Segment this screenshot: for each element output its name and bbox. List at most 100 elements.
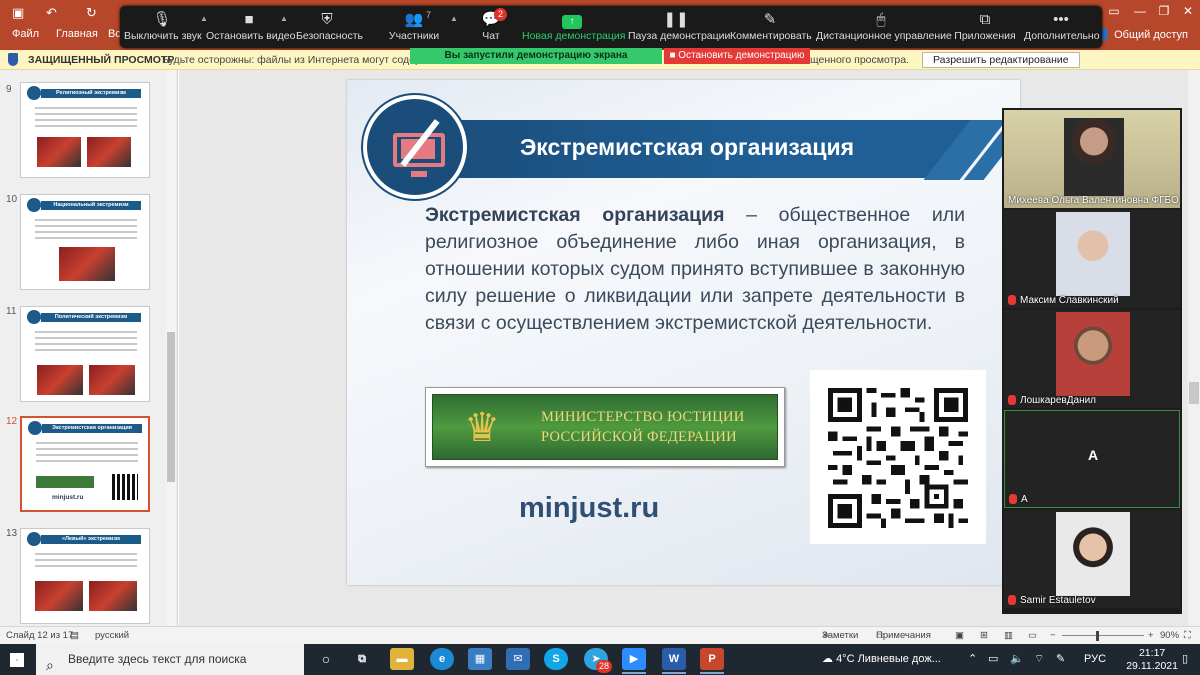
screen: ▣ ↶ ↻ Файл Главная Вс ▭ — ❐ ✕ 👤 Общий до… (0, 0, 1200, 675)
apps-label: Приложения (954, 30, 1016, 42)
taskbar-search-box[interactable]: ⌕ Введите здесь текст для поиска (36, 644, 304, 675)
muted-mic-icon (1008, 595, 1016, 606)
word-icon[interactable]: W (662, 648, 686, 670)
participant-tile[interactable]: Samir Estauletov (1004, 510, 1180, 608)
wifi-icon[interactable]: ⌔ (1034, 644, 1044, 675)
participant-name-row: A (1009, 494, 1028, 505)
mute-label: Выключить звук (124, 30, 202, 42)
enable-editing-button[interactable]: Разрешить редактирование (922, 52, 1080, 68)
edge-icon[interactable]: e (430, 648, 454, 670)
pause-icon: ❚❚ (663, 11, 689, 28)
ministry-line-2: РОССИЙСКОЙ ФЕДЕРАЦИИ (541, 429, 737, 445)
zoom-slider-thumb[interactable] (1096, 631, 1099, 641)
network-icon[interactable]: ▭ (988, 644, 998, 675)
task-view-icon[interactable]: ⧉ (350, 648, 374, 670)
fit-slide-icon[interactable]: ⛶ (1184, 627, 1191, 645)
powerpoint-active-indicator (700, 672, 724, 674)
pause-share-button[interactable]: ❚❚ Пауза демонстрации (628, 10, 730, 48)
mute-button[interactable]: 🎙 Выключить звук (124, 10, 202, 48)
participant-name-row: ЛошкаревДанил (1008, 395, 1096, 406)
apps-button[interactable]: ⧉ Приложения (954, 10, 1016, 48)
slide-thumbnail-9[interactable]: Религиозный экстремизм (20, 82, 150, 178)
zoom-app-icon[interactable]: ▶ (622, 648, 646, 670)
participant-tile[interactable]: ЛошкаревДанил (1004, 310, 1180, 408)
security-button[interactable]: ⛨ Безопасность (296, 10, 363, 48)
participant-tile[interactable]: Максим Славкинский (1004, 210, 1180, 308)
reading-view-icon[interactable]: ▥ (1004, 627, 1013, 645)
telegram-badge: 28 (596, 660, 612, 673)
undo-icon[interactable]: ↶ (46, 5, 57, 21)
qr-code (810, 370, 986, 544)
more-button[interactable]: ••• Дополнительно (1024, 10, 1100, 48)
current-slide: Экстремистская организация Экстремистска… (347, 80, 1020, 585)
file-explorer-icon[interactable]: ▬ (390, 648, 414, 670)
menu-insert[interactable]: Вс (108, 28, 121, 40)
main-scrollbar[interactable] (1188, 70, 1200, 626)
close-icon[interactable]: ✕ (1178, 4, 1198, 18)
menu-home[interactable]: Главная (56, 28, 98, 40)
participant-tile[interactable]: Михеева Ольга Валентиновна ФГБО... (1004, 110, 1180, 208)
sharing-status-label: Вы запустили демонстрацию экрана (444, 50, 628, 61)
thumb-number: 11 (6, 306, 17, 317)
thumb-image (89, 581, 137, 611)
cortana-icon[interactable]: ○ (314, 648, 338, 670)
main-scrollbar-thumb[interactable] (1189, 382, 1199, 404)
thumb-number: 13 (6, 528, 18, 539)
minimize-icon[interactable]: — (1130, 4, 1150, 18)
remote-control-button[interactable]: 🖱 Дистанционное управление (816, 10, 952, 48)
zoom-out-icon[interactable]: − (1050, 627, 1056, 645)
slide-thumbnail-10[interactable]: Национальный экстремизм (20, 194, 150, 290)
redo-icon[interactable]: ↻ (86, 5, 97, 21)
system-clock[interactable]: 21:17 29.11.2021 (1126, 647, 1178, 673)
menu-file[interactable]: Файл (12, 28, 39, 40)
spellcheck-icon[interactable]: ▤ (70, 627, 79, 645)
mail-icon[interactable]: ✉ (506, 648, 530, 670)
input-icon[interactable]: ✎ (1056, 644, 1065, 675)
powerpoint-icon[interactable]: P (700, 648, 724, 670)
stop-share-label: Остановить демонстрацию (678, 50, 805, 61)
thumbnail-scrollbar-thumb[interactable] (167, 332, 175, 482)
stop-video-label: Остановить видео (206, 30, 296, 42)
tray-expand-icon[interactable]: ⌃ (968, 644, 977, 675)
participants-button[interactable]: 👥 Участники (388, 10, 440, 48)
participant-tile[interactable]: A A (1004, 410, 1180, 508)
share-label: Общий доступ (1114, 29, 1188, 41)
thumb-number: 9 (6, 84, 12, 95)
stop-share-button[interactable]: ■ Остановить демонстрацию (664, 48, 810, 64)
input-language[interactable]: РУС (1084, 644, 1106, 675)
notifications-icon[interactable]: ▯ (1182, 644, 1188, 675)
store-icon[interactable]: ▦ (468, 648, 492, 670)
share-button[interactable]: 👤 Общий доступ (1097, 28, 1188, 41)
ribbon-display-icon[interactable]: ▭ (1104, 4, 1124, 18)
participant-video (1056, 512, 1130, 596)
participants-caret-icon[interactable]: ▲ (450, 14, 458, 23)
skype-icon[interactable]: S (544, 648, 568, 670)
zoom-level[interactable]: 90% (1160, 627, 1179, 645)
volume-icon[interactable]: 🔈 (1010, 644, 1024, 675)
security-label: Безопасность (296, 30, 363, 42)
windows-start-icon[interactable] (10, 653, 24, 667)
thumb-logo (36, 476, 94, 488)
save-icon[interactable]: ▣ (12, 5, 24, 21)
new-share-button[interactable]: ↑ Новая демонстрация (522, 10, 625, 48)
slide-thumbnail-12-selected[interactable]: Экстремистская организация minjust.ru (20, 416, 150, 512)
video-options-caret-icon[interactable]: ▲ (280, 14, 288, 23)
slide-sorter-icon[interactable]: ⊞ (980, 627, 988, 645)
definition-term: Экстремистская организация (425, 204, 725, 226)
slide-definition: Экстремистская организация – общественно… (425, 202, 965, 337)
ministry-line-1: МИНИСТЕРСТВО ЮСТИЦИИ (541, 409, 745, 425)
thumb-title: «Левый» экстремизм (41, 535, 141, 544)
slide-thumbnail-13[interactable]: «Левый» экстремизм (20, 528, 150, 624)
slideshow-icon[interactable]: ▭ (1028, 627, 1037, 645)
normal-view-icon[interactable]: ▣ (955, 627, 964, 645)
thumb-title: Религиозный экстремизм (41, 89, 141, 98)
weather-widget[interactable]: ☁ 4°C Ливневые дож... (822, 644, 941, 675)
participant-name: ЛошкаревДанил (1020, 395, 1097, 406)
slide-thumbnail-11[interactable]: Политический экстремизм (20, 306, 150, 402)
participants-count: 7 (426, 10, 432, 20)
annotate-button[interactable]: ✎ Комментировать (730, 10, 812, 48)
zoom-slider[interactable] (1062, 635, 1144, 636)
zoom-in-icon[interactable]: + (1148, 627, 1154, 645)
language-label[interactable]: русский (95, 627, 129, 645)
restore-icon[interactable]: ❐ (1154, 4, 1174, 18)
